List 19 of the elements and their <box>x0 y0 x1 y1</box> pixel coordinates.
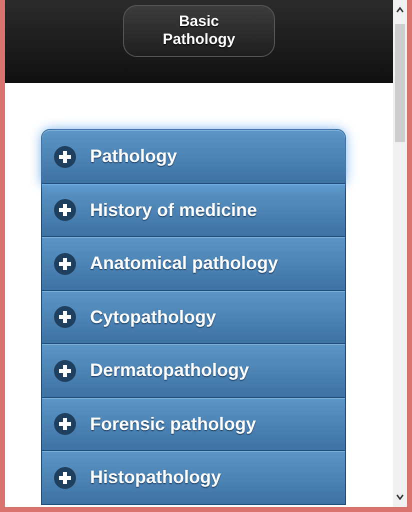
topic-label: Histopathology <box>90 467 221 488</box>
topic-label: Pathology <box>90 146 178 168</box>
scroll-down-icon[interactable] <box>395 492 405 502</box>
topic-item[interactable]: History of medicine <box>42 184 345 237</box>
topic-label: Dermatopathology <box>90 360 250 382</box>
topic-label: Cytopathology <box>90 306 216 328</box>
topic-label: Forensic pathology <box>90 414 256 435</box>
app-title: Basic Pathology <box>123 5 275 57</box>
topic-item[interactable]: Histopathology <box>42 451 345 504</box>
scroll-up-icon[interactable] <box>395 5 405 15</box>
scroll-thumb[interactable] <box>395 24 405 142</box>
scrollbar[interactable] <box>393 0 407 507</box>
topic-label: Anatomical pathology <box>90 253 278 274</box>
topic-item[interactable]: Dermatopathology <box>42 344 345 398</box>
topic-item[interactable]: Cytopathology <box>42 290 345 344</box>
topic-item[interactable]: Anatomical pathology <box>42 237 345 290</box>
topic-label: History of medicine <box>90 200 258 221</box>
topic-item[interactable]: Pathology <box>42 130 345 184</box>
topic-item[interactable]: Forensic pathology <box>42 398 345 451</box>
